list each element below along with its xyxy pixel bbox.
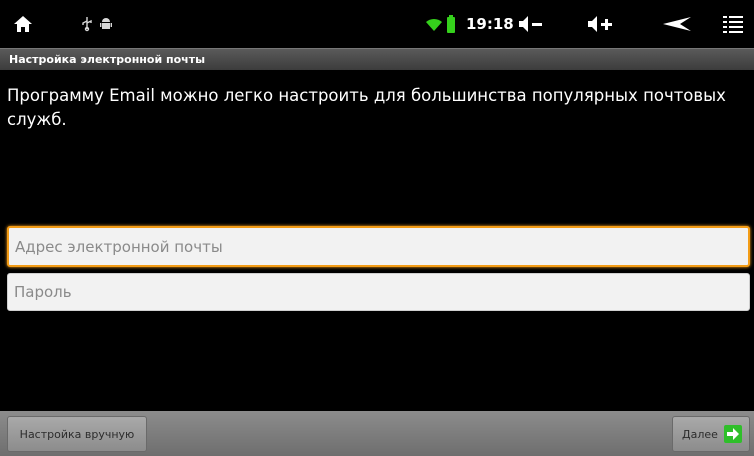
password-field-container[interactable] (7, 273, 750, 311)
arrow-right-icon (723, 425, 742, 443)
clock: 19:18 (466, 15, 514, 33)
volume-up-icon[interactable] (585, 0, 617, 48)
next-button[interactable]: Далее (672, 416, 750, 452)
battery-icon (445, 0, 457, 48)
instruction-text: Программу Email можно легко настроить дл… (7, 86, 726, 129)
android-debug-icon (97, 0, 115, 48)
manual-setup-button[interactable]: Настройка вручную (7, 416, 147, 452)
screen: 19:18 Настройка электронной почты Програ… (0, 0, 754, 456)
next-label: Далее (682, 427, 718, 441)
manual-setup-label: Настройка вручную (19, 427, 135, 441)
password-field[interactable] (14, 283, 749, 301)
status-bar: 19:18 (0, 0, 754, 48)
back-icon[interactable] (660, 0, 694, 48)
bottom-bar: Настройка вручную Далее (0, 411, 754, 456)
page-title: Настройка электронной почты (9, 53, 206, 66)
email-field-container[interactable] (7, 226, 750, 267)
volume-down-icon[interactable] (516, 0, 546, 48)
home-icon[interactable] (8, 0, 38, 48)
title-bar: Настройка электронной почты (0, 48, 754, 70)
wifi-icon (424, 0, 444, 48)
email-field[interactable] (15, 237, 748, 256)
menu-icon[interactable] (720, 0, 746, 48)
usb-icon (78, 0, 96, 48)
